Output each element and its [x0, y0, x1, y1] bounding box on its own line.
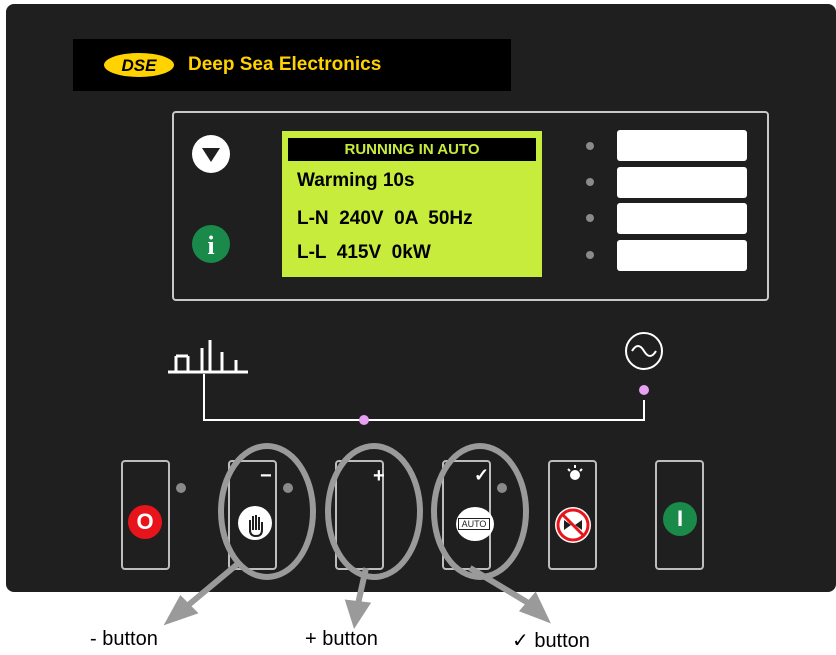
caption-arrows — [163, 559, 551, 629]
plus-button-caption: + button — [305, 628, 378, 650]
check-button-caption: ✓ button — [512, 630, 590, 652]
minus-button-caption: - button — [90, 628, 158, 650]
